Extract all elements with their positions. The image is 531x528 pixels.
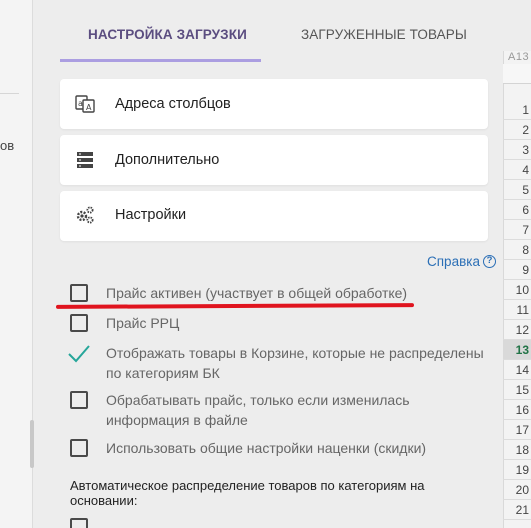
left-divider bbox=[0, 93, 19, 94]
checkbox-price-active[interactable] bbox=[70, 284, 88, 302]
card-label: Настройки bbox=[115, 207, 187, 223]
row-header[interactable]: 18 bbox=[503, 440, 531, 460]
row-header[interactable]: 7 bbox=[503, 220, 531, 240]
help-link[interactable]: Справка ? bbox=[427, 254, 496, 269]
option-label: Обрабатывать прайс, только если изменила… bbox=[106, 392, 410, 408]
svg-text:a: a bbox=[78, 99, 83, 108]
heading-line: основании: bbox=[70, 493, 138, 508]
row-header[interactable]: 13 bbox=[503, 340, 531, 360]
row-header[interactable]: 6 bbox=[503, 200, 531, 220]
row-header[interactable]: 10 bbox=[503, 280, 531, 300]
row-header[interactable]: 12 bbox=[503, 320, 531, 340]
option-price-rrc: Прайс РРЦ bbox=[70, 313, 490, 333]
card-settings[interactable]: Настройки bbox=[60, 191, 488, 241]
row-header[interactable]: 21 bbox=[503, 500, 531, 520]
option-label: Прайс активен (участвует в общей обработ… bbox=[106, 285, 408, 301]
checkbox-price-rrc[interactable] bbox=[70, 314, 88, 332]
checkbox-process-if-changed[interactable] bbox=[70, 391, 88, 409]
sheet-column-header bbox=[503, 64, 531, 84]
option-label: по категориям БК bbox=[106, 365, 220, 381]
checkbox-partial[interactable] bbox=[70, 518, 88, 528]
svg-text:A: A bbox=[86, 103, 92, 112]
left-panel-text: ов bbox=[0, 138, 15, 153]
auto-distribution-heading: Автоматическое распределение товаров по … bbox=[70, 478, 460, 508]
left-panel: ов bbox=[0, 0, 34, 528]
row-header[interactable]: 1 bbox=[503, 100, 531, 120]
translate-icon: a A bbox=[75, 94, 95, 114]
row-header[interactable]: 9 bbox=[503, 260, 531, 280]
option-label: Отображать товары в Корзине, которые не … bbox=[106, 345, 484, 361]
card-label: Дополнительно bbox=[115, 152, 220, 168]
card-column-addresses[interactable]: a A Адреса столбцов bbox=[60, 79, 488, 129]
tab-loaded-products[interactable]: ЗАГРУЖЕННЫЕ ТОВАРЫ bbox=[301, 27, 467, 42]
option-label: информация в файле bbox=[106, 412, 248, 428]
check-icon[interactable] bbox=[67, 342, 91, 366]
row-header[interactable]: 4 bbox=[503, 160, 531, 180]
row-header[interactable]: 11 bbox=[503, 300, 531, 320]
row-header[interactable]: 8 bbox=[503, 240, 531, 260]
server-icon bbox=[75, 150, 95, 170]
row-header[interactable]: 19 bbox=[503, 460, 531, 480]
option-label: Использовать общие настройки наценки (ск… bbox=[106, 440, 427, 456]
option-process-if-changed: Обрабатывать прайс, только если изменила… bbox=[70, 390, 490, 430]
card-additional[interactable]: Дополнительно bbox=[60, 135, 488, 185]
option-price-active: Прайс активен (участвует в общей обработ… bbox=[70, 283, 490, 303]
red-annotation-line bbox=[55, 303, 415, 309]
row-header[interactable]: 15 bbox=[503, 380, 531, 400]
question-icon: ? bbox=[482, 255, 496, 268]
tab-upload-settings[interactable]: НАСТРОЙКА ЗАГРУЗКИ bbox=[88, 27, 247, 42]
row-header[interactable]: 17 bbox=[503, 420, 531, 440]
row-header[interactable]: 3 bbox=[503, 140, 531, 160]
row-header[interactable]: 5 bbox=[503, 180, 531, 200]
row-header[interactable]: 16 bbox=[503, 400, 531, 420]
checkbox-general-markup[interactable] bbox=[70, 439, 88, 457]
option-label: Прайс РРЦ bbox=[106, 315, 180, 331]
heading-line: Автоматическое распределение товаров по … bbox=[70, 478, 425, 493]
row-header[interactable]: 14 bbox=[503, 360, 531, 380]
gears-icon bbox=[75, 205, 95, 225]
help-label: Справка bbox=[427, 254, 480, 269]
tab-bar: НАСТРОЙКА ЗАГРУЗКИ ЗАГРУЖЕННЫЕ ТОВАРЫ bbox=[60, 0, 500, 62]
card-label: Адреса столбцов bbox=[115, 96, 231, 112]
option-show-in-cart: Отображать товары в Корзине, которые не … bbox=[67, 342, 490, 383]
left-scrollbar[interactable] bbox=[30, 420, 34, 468]
option-general-markup: Использовать общие настройки наценки (ск… bbox=[70, 438, 490, 458]
active-tab-indicator bbox=[60, 59, 261, 62]
name-box[interactable]: A13 bbox=[508, 51, 529, 63]
row-header[interactable]: 20 bbox=[503, 480, 531, 500]
row-header[interactable]: 2 bbox=[503, 120, 531, 140]
